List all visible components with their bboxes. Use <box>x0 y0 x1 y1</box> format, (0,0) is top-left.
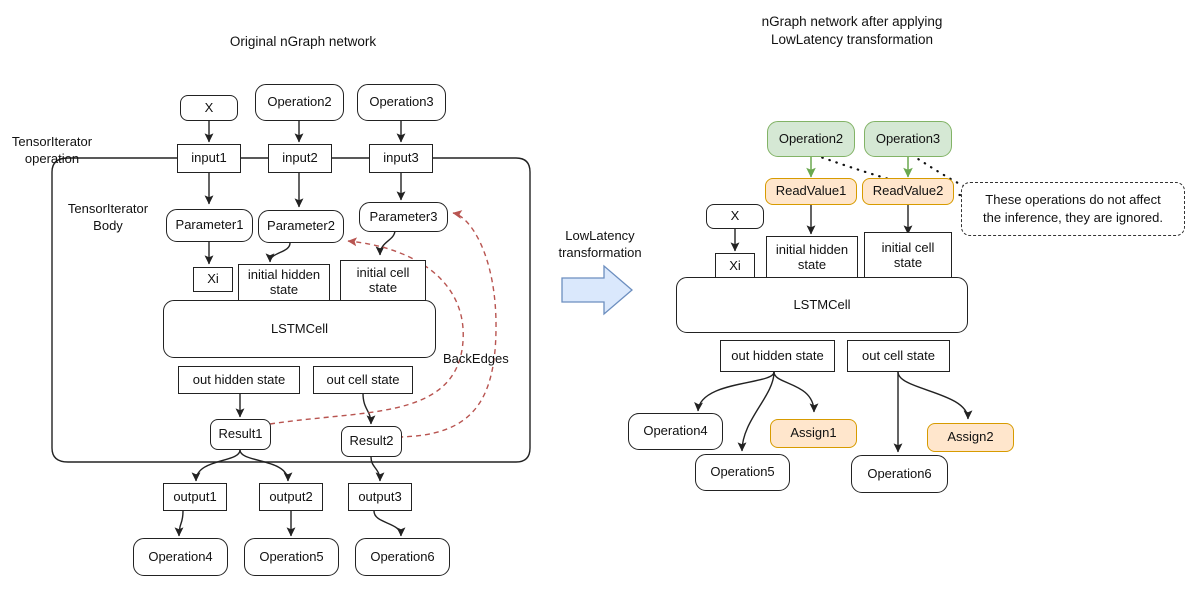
left-node-parameter2[interactable]: Parameter2 <box>258 210 344 243</box>
left-node-lstmcell[interactable]: LSTMCell <box>163 300 436 358</box>
right-node-assign2[interactable]: Assign2 <box>927 423 1014 452</box>
left-node-initial-hidden-state[interactable]: initial hidden state <box>238 264 330 301</box>
left-node-result2[interactable]: Result2 <box>341 426 402 457</box>
right-node-operation6[interactable]: Operation6 <box>851 455 948 493</box>
tensoriterator-operation-label: TensorIterator operation <box>11 134 93 166</box>
left-node-operation2[interactable]: Operation2 <box>255 84 344 121</box>
left-node-operation3[interactable]: Operation3 <box>357 84 446 121</box>
left-node-operation4[interactable]: Operation4 <box>133 538 228 576</box>
left-node-operation6[interactable]: Operation6 <box>355 538 450 576</box>
right-node-operation5[interactable]: Operation5 <box>695 454 790 491</box>
ignored-operations-note: These operations do not affect the infer… <box>961 182 1185 236</box>
right-node-assign1[interactable]: Assign1 <box>770 419 857 448</box>
left-node-out-hidden-state[interactable]: out hidden state <box>178 366 300 394</box>
right-node-initial-hidden-state[interactable]: initial hidden state <box>766 236 858 279</box>
left-port-input2[interactable]: input2 <box>268 144 332 173</box>
right-node-x[interactable]: X <box>706 204 764 229</box>
left-node-x[interactable]: X <box>180 95 238 121</box>
right-node-out-hidden-state[interactable]: out hidden state <box>720 340 835 372</box>
right-node-lstmcell[interactable]: LSTMCell <box>676 277 968 333</box>
left-port-input1[interactable]: input1 <box>177 144 241 173</box>
left-node-initial-cell-state[interactable]: initial cell state <box>340 260 426 301</box>
right-node-initial-cell-state[interactable]: initial cell state <box>864 232 952 279</box>
tensoriterator-body-label: TensorIterator Body <box>67 201 149 233</box>
lowlatency-transformation-label: LowLatency transformation <box>558 228 642 260</box>
left-port-output2[interactable]: output2 <box>259 483 323 511</box>
left-node-operation5[interactable]: Operation5 <box>244 538 339 576</box>
left-node-out-cell-state[interactable]: out cell state <box>313 366 413 394</box>
backedges-label: BackEdges <box>443 351 509 366</box>
left-node-parameter3[interactable]: Parameter3 <box>359 202 448 232</box>
right-node-readvalue2[interactable]: ReadValue2 <box>862 178 954 205</box>
diagram-canvas: Original nGraph network nGraph network a… <box>0 0 1192 596</box>
left-port-output1[interactable]: output1 <box>163 483 227 511</box>
right-node-operation2[interactable]: Operation2 <box>767 121 855 157</box>
right-node-xi[interactable]: Xi <box>715 253 755 279</box>
left-port-output3[interactable]: output3 <box>348 483 412 511</box>
left-node-result1[interactable]: Result1 <box>210 419 271 450</box>
right-node-operation3[interactable]: Operation3 <box>864 121 952 157</box>
right-node-operation4[interactable]: Operation4 <box>628 413 723 450</box>
right-panel-title: nGraph network after applying LowLatency… <box>761 14 943 47</box>
left-panel-title: Original nGraph network <box>229 34 377 49</box>
right-node-out-cell-state[interactable]: out cell state <box>847 340 950 372</box>
left-port-input3[interactable]: input3 <box>369 144 433 173</box>
left-node-xi[interactable]: Xi <box>193 267 233 292</box>
right-node-readvalue1[interactable]: ReadValue1 <box>765 178 857 205</box>
left-node-parameter1[interactable]: Parameter1 <box>166 209 253 242</box>
